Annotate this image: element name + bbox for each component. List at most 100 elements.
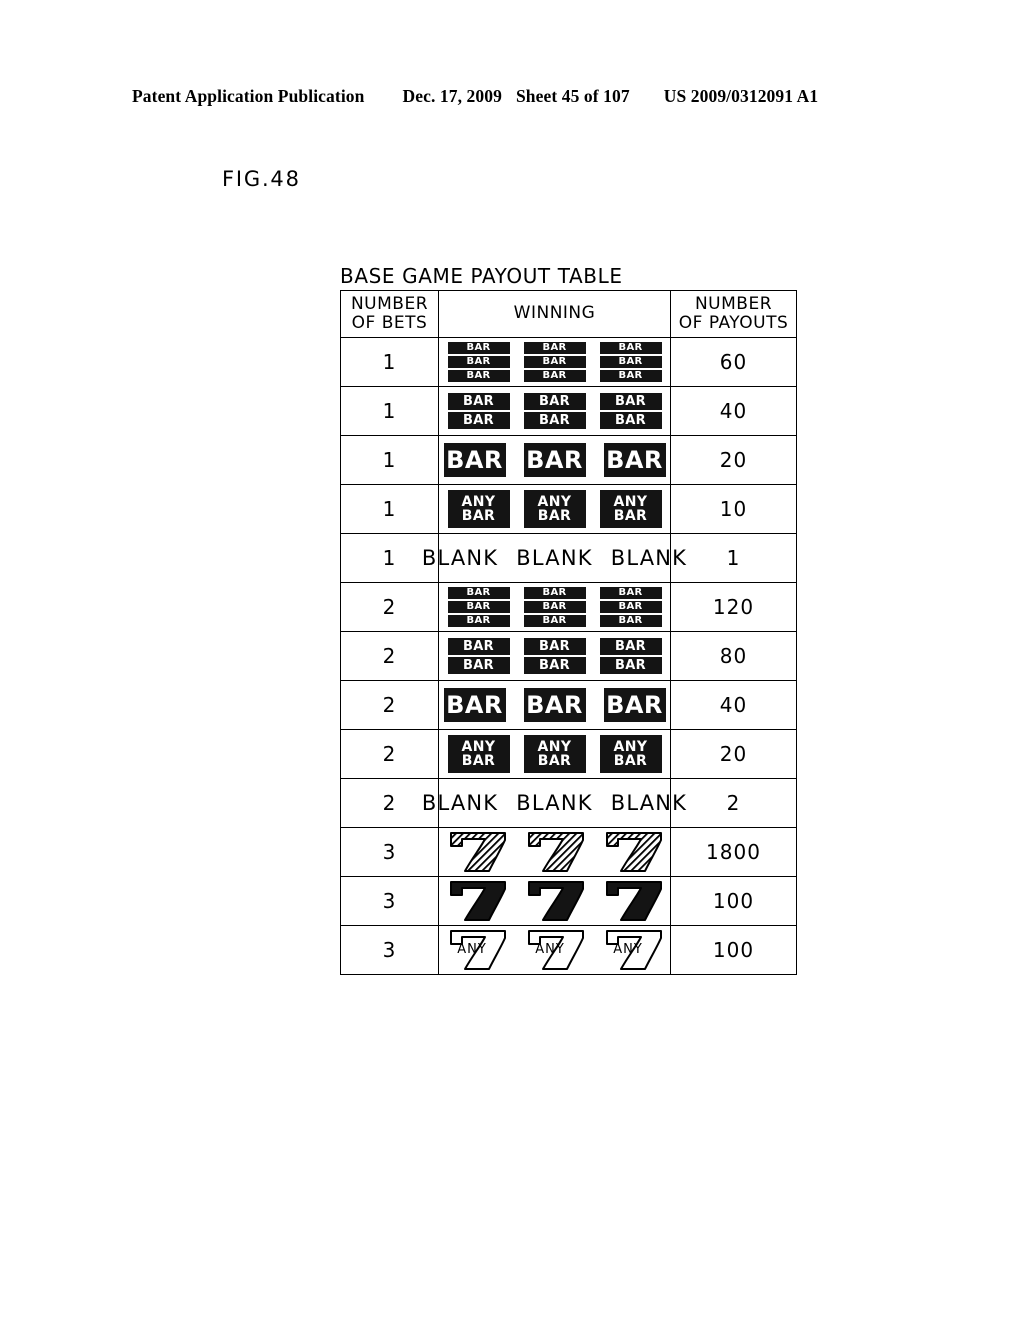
- triple-bar-symbol: BAR BAR BAR: [447, 587, 510, 627]
- cell-winning: [438, 827, 671, 877]
- bar-tile: BAR: [599, 638, 662, 655]
- blank-symbol: BLANK: [610, 791, 688, 815]
- triple-bar-symbol: BAR BAR BAR: [599, 342, 662, 382]
- any-bar-line1: ANY: [461, 738, 496, 755]
- any-bar-line2: BAR: [613, 508, 648, 524]
- winning-combination: [439, 829, 670, 875]
- bar-tile: BAR: [523, 601, 586, 613]
- cell-number-of-payouts: 80: [670, 631, 797, 681]
- bar-tile: BAR: [599, 615, 662, 627]
- cell-number-of-bets: 2: [340, 729, 439, 779]
- solid-seven-symbol: [449, 881, 506, 921]
- any-bar-symbol: ANY BAR: [599, 735, 662, 773]
- cell-number-of-payouts: 120: [670, 582, 797, 632]
- payout-table-title: BASE GAME PAYOUT TABLE: [340, 264, 623, 288]
- bar-tile: BAR: [523, 356, 586, 368]
- double-bar-symbol: BAR BAR: [447, 638, 510, 674]
- patent-number: US 2009/0312091 A1: [663, 86, 819, 106]
- cell-winning: BAR BAR BAR BAR BAR BAR: [438, 631, 671, 681]
- winning-combination: BAR BAR BAR BAR BAR BAR: [439, 393, 670, 429]
- table-row: 2 BLANK BLANK BLANK 2: [340, 778, 797, 828]
- bar-tile: BAR: [523, 443, 586, 477]
- hatched-seven-symbol: [605, 832, 662, 872]
- table-row: 3 1800: [340, 827, 797, 877]
- any-bar-line2: BAR: [537, 508, 572, 524]
- winning-combination: BAR BAR BAR BAR BAR BAR: [439, 638, 670, 674]
- blank-symbol: BLANK: [516, 791, 593, 815]
- bar-tile: BAR: [447, 587, 510, 599]
- cell-number-of-payouts: 100: [670, 925, 797, 975]
- cell-winning: BLANK BLANK BLANK: [422, 778, 686, 828]
- any-bar-line2: BAR: [461, 508, 496, 524]
- cell-number-of-payouts: 100: [670, 876, 797, 926]
- any-bar-symbol: ANY BAR: [447, 735, 510, 773]
- bar-tile: BAR: [523, 657, 586, 674]
- sheet-number: Sheet 45 of 107: [515, 86, 630, 106]
- any-bar-line1: ANY: [537, 493, 572, 510]
- any-seven-symbol: ANY: [527, 930, 584, 970]
- bar-tile: BAR: [447, 657, 510, 674]
- cell-winning: BLANK BLANK BLANK: [422, 533, 686, 583]
- table-header: NUMBER OF BETS WINNING NUMBER OF PAYOUTS: [340, 290, 797, 338]
- bar-tile: BAR: [599, 342, 662, 354]
- triple-bar-symbol: BAR BAR BAR: [523, 342, 586, 382]
- solid-seven-symbol: [605, 881, 662, 921]
- table-row: 2 BAR BAR BAR BAR BAR BAR 80: [340, 631, 797, 681]
- table-row: 3 ANY ANY ANY 100: [340, 925, 797, 975]
- any-bar-line2: BAR: [537, 753, 572, 769]
- table-body: 1 BAR BAR BAR BAR BAR BAR BAR BAR BAR 60 1 BAR BAR BAR…: [340, 337, 797, 975]
- cell-number-of-payouts: 20: [670, 729, 797, 779]
- any-bar-symbol: ANY BAR: [447, 490, 510, 528]
- winning-combination: ANY BAR ANY BAR ANY BAR: [439, 735, 670, 773]
- cell-winning: BAR BAR BAR BAR BAR BAR: [438, 386, 671, 436]
- hatched-seven-symbol: [527, 832, 584, 872]
- cell-number-of-payouts: 2: [670, 778, 797, 828]
- column-header-winning: WINNING: [438, 290, 671, 338]
- single-bar-symbol: BAR: [443, 443, 506, 477]
- cell-number-of-bets: 1: [340, 386, 439, 436]
- bar-tile: BAR: [523, 587, 586, 599]
- bar-tile: BAR: [523, 615, 586, 627]
- bar-tile: BAR: [523, 342, 586, 354]
- bar-tile: BAR: [599, 370, 662, 382]
- bar-tile: BAR: [599, 412, 662, 429]
- winning-combination: BLANK BLANK BLANK: [422, 546, 686, 570]
- cell-number-of-payouts: 40: [670, 680, 797, 730]
- base-game-payout-table: NUMBER OF BETS WINNING NUMBER OF PAYOUTS…: [340, 290, 797, 975]
- cell-winning: ANY BAR ANY BAR ANY BAR: [438, 484, 671, 534]
- table-row: 2 ANY BAR ANY BAR ANY BAR 20: [340, 729, 797, 779]
- any-bar-line1: ANY: [537, 738, 572, 755]
- any-seven-label: ANY: [535, 942, 565, 957]
- payouts-header-line1: NUMBER: [694, 293, 773, 314]
- bar-tile: BAR: [523, 638, 586, 655]
- any-bar-symbol: ANY BAR: [523, 490, 586, 528]
- any-bar-line1: ANY: [613, 493, 648, 510]
- cell-winning: BAR BAR BAR: [438, 680, 671, 730]
- column-header-number-of-bets: NUMBER OF BETS: [340, 290, 439, 338]
- any-bar-line2: BAR: [613, 753, 648, 769]
- bar-tile: BAR: [447, 638, 510, 655]
- blank-symbol: BLANK: [421, 791, 499, 815]
- bar-tile: BAR: [523, 412, 586, 429]
- triple-bar-symbol: BAR BAR BAR: [523, 587, 586, 627]
- double-bar-symbol: BAR BAR: [599, 393, 662, 429]
- single-bar-symbol: BAR: [603, 443, 666, 477]
- cell-winning: BAR BAR BAR BAR BAR BAR BAR BAR BAR: [438, 337, 671, 387]
- winning-combination: BAR BAR BAR BAR BAR BAR BAR BAR BAR: [439, 587, 670, 627]
- cell-winning: BAR BAR BAR: [438, 435, 671, 485]
- table-row: 1 ANY BAR ANY BAR ANY BAR 10: [340, 484, 797, 534]
- bar-tile: BAR: [447, 412, 510, 429]
- cell-number-of-bets: 1: [340, 484, 439, 534]
- double-bar-symbol: BAR BAR: [599, 638, 662, 674]
- single-bar-symbol: BAR: [523, 688, 586, 722]
- bar-tile: BAR: [443, 688, 506, 722]
- publication-label: Patent Application Publication: [132, 86, 365, 106]
- any-bar-symbol: ANY BAR: [523, 735, 586, 773]
- bar-tile: BAR: [599, 587, 662, 599]
- solid-seven-symbol: [527, 881, 584, 921]
- cell-number-of-payouts: 10: [670, 484, 797, 534]
- table-row: 1 BAR BAR BAR 20: [340, 435, 797, 485]
- blank-symbol: BLANK: [610, 546, 688, 570]
- bar-tile: BAR: [447, 393, 510, 410]
- any-seven-label: ANY: [613, 942, 643, 957]
